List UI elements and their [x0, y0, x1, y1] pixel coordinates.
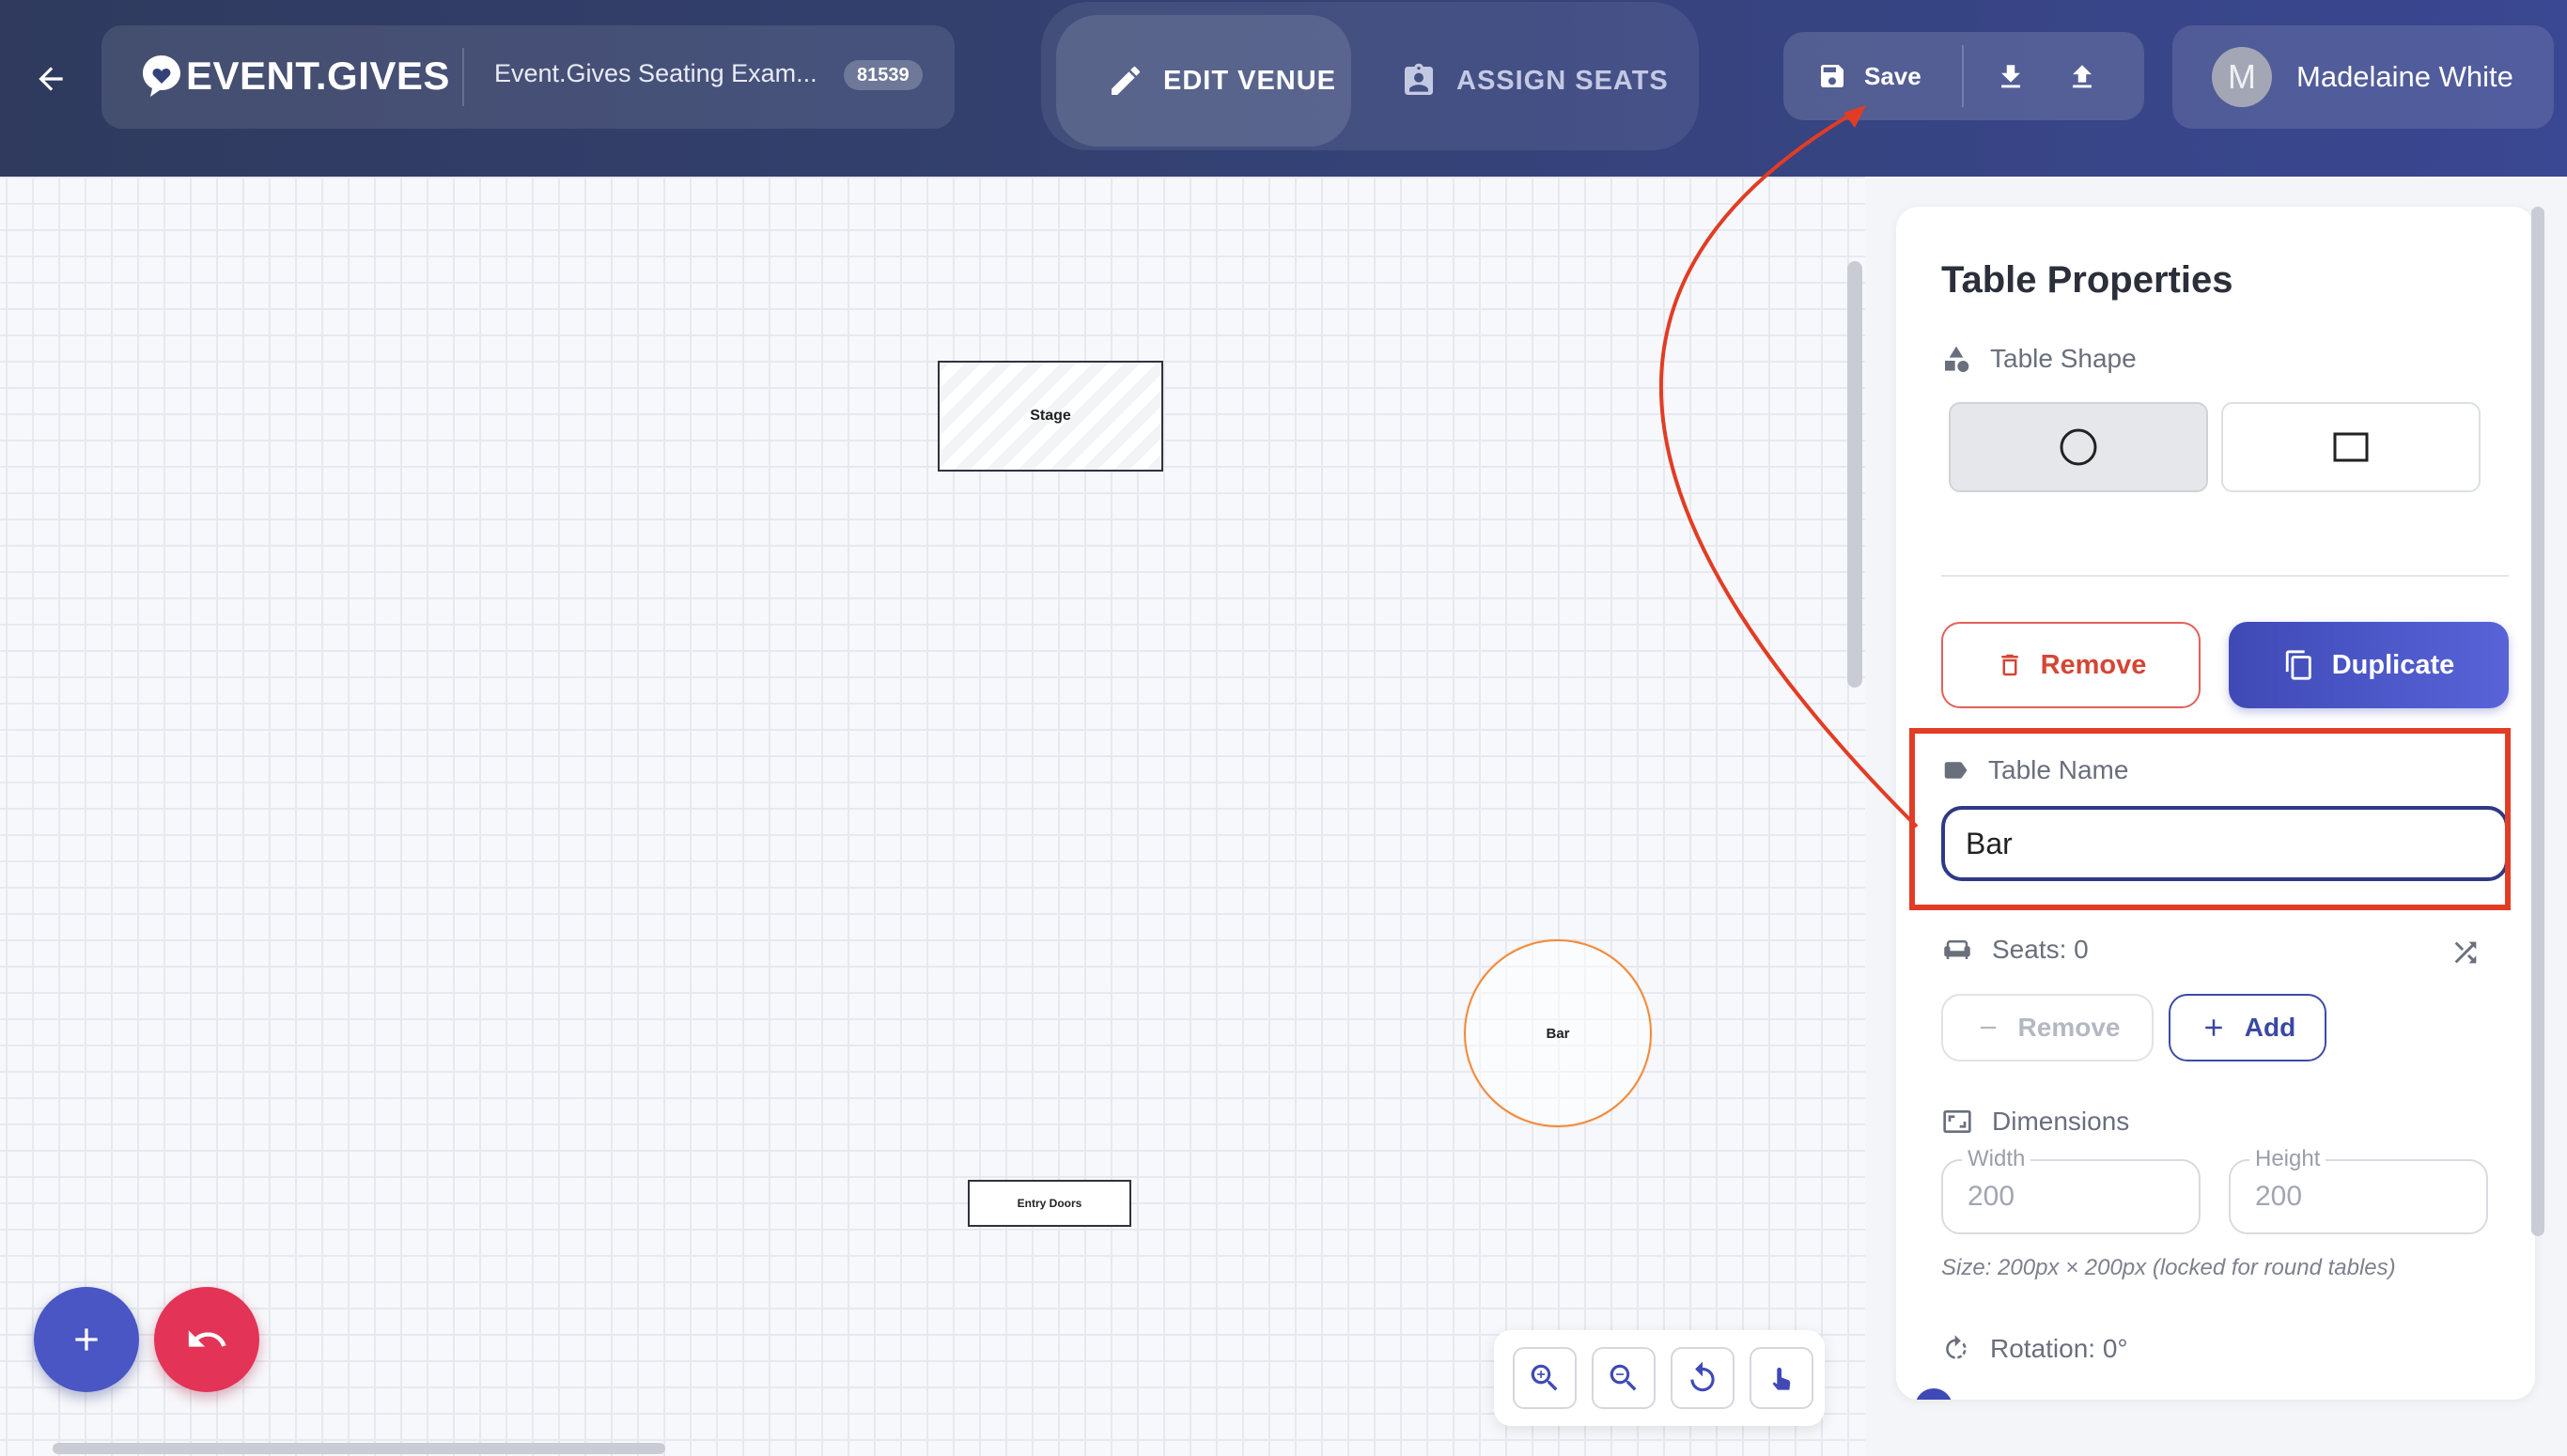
panel-divider — [1941, 575, 2509, 577]
brand-divider — [462, 48, 464, 106]
dimensions-text: Dimensions — [1992, 1107, 2130, 1136]
shuffle-icon — [2454, 941, 2477, 964]
event-name[interactable]: Event.Gives Seating Exam... — [494, 59, 817, 88]
user-menu[interactable]: M Madelaine White — [2172, 25, 2554, 129]
hand-pointer-icon — [1772, 1367, 1791, 1390]
zoom-in-button[interactable] — [1513, 1347, 1577, 1409]
width-value: 200 — [1968, 1181, 2015, 1212]
rectangle-shape-option[interactable] — [2221, 402, 2481, 492]
rotation-text: Rotation: 0° — [1990, 1334, 2128, 1363]
event-gives-logo[interactable]: EVENT.GIVES — [141, 48, 450, 104]
canvas-vertical-scrollbar[interactable] — [1847, 261, 1862, 688]
rotation-slider-knob[interactable] — [1915, 1388, 1952, 1400]
logo-text: EVENT.GIVES — [186, 54, 450, 98]
edit-venue-label: EDIT VENUE — [1163, 65, 1337, 96]
rotation-label: Rotation: 0° — [1941, 1334, 2128, 1364]
seats-label: Seats: 0 — [1941, 935, 2089, 965]
add-seat-button[interactable]: Add — [2169, 994, 2326, 1061]
remove-seat-label: Remove — [2017, 1013, 2121, 1042]
upload-button[interactable] — [2056, 51, 2108, 103]
floppy-disk-icon — [1821, 65, 1844, 87]
rotate-icon — [1690, 1361, 1715, 1392]
undo-icon — [188, 1330, 226, 1347]
zoom-in-icon — [1531, 1364, 1558, 1391]
mode-toggle: EDIT VENUE ASSIGN SEATS — [1041, 2, 1699, 150]
undo-button[interactable] — [154, 1287, 259, 1392]
save-toolbar: Save — [1783, 32, 2144, 120]
download-icon — [2001, 65, 2020, 88]
sofa-seat-icon — [1944, 940, 1970, 959]
event-brand-card: EVENT.GIVES Event.Gives Seating Exam... … — [101, 25, 955, 129]
height-legend: Height — [2249, 1146, 2326, 1172]
save-divider — [1962, 45, 1964, 107]
table-shape-label: Table Shape — [1941, 344, 2137, 374]
save-button[interactable]: Save — [1800, 45, 1952, 107]
pencil-icon — [1112, 66, 1140, 95]
venue-canvas[interactable]: Stage Bar Entry Doors — [0, 177, 1865, 1456]
top-header: EVENT.GIVES Event.Gives Seating Exam... … — [0, 0, 2567, 177]
user-name: Madelaine White — [2296, 60, 2513, 93]
shuffle-seats-button[interactable] — [2445, 932, 2486, 973]
height-value: 200 — [2255, 1181, 2303, 1212]
panel-scrollbar[interactable] — [2531, 207, 2544, 1236]
dimensions-note: Size: 200px × 200px (locked for round ta… — [1941, 1255, 2396, 1280]
upload-icon — [2073, 65, 2092, 88]
minus-icon — [1980, 1026, 1996, 1030]
event-id-badge: 81539 — [844, 60, 923, 90]
download-button[interactable] — [1984, 51, 2037, 103]
arrow-left-icon — [39, 67, 63, 91]
entry-doors-element[interactable]: Entry Doors — [968, 1180, 1131, 1227]
assign-seats-label: ASSIGN SEATS — [1456, 65, 1669, 96]
aspect-ratio-icon — [1943, 1110, 1971, 1133]
remove-table-label: Remove — [2040, 649, 2147, 680]
assign-seats-tab[interactable]: ASSIGN SEATS — [1379, 15, 1689, 147]
highlight-box — [1909, 728, 2511, 910]
round-shape-option[interactable] — [1949, 402, 2208, 492]
trash-icon — [2000, 654, 2018, 676]
pan-mode-button[interactable] — [1750, 1347, 1813, 1409]
zoom-controls — [1494, 1330, 1825, 1426]
panel-title: Table Properties — [1941, 259, 2233, 301]
zoom-out-icon — [1610, 1364, 1637, 1391]
copy-icon — [2285, 650, 2311, 680]
plus-icon — [75, 1328, 98, 1351]
add-element-button[interactable] — [34, 1287, 139, 1392]
remove-seat-button[interactable]: Remove — [1941, 994, 2154, 1061]
canvas-horizontal-scrollbar[interactable] — [53, 1443, 665, 1454]
square-icon — [2333, 432, 2369, 462]
stage-element[interactable]: Stage — [938, 361, 1163, 472]
edit-venue-tab[interactable]: EDIT VENUE — [1056, 15, 1351, 147]
table-shape-text: Table Shape — [1990, 344, 2137, 373]
back-button[interactable] — [21, 49, 81, 109]
chat-heart-icon — [143, 55, 180, 97]
reset-view-button[interactable] — [1671, 1347, 1735, 1409]
width-field[interactable]: Width 200 — [1941, 1146, 2201, 1234]
circle-icon — [2060, 428, 2097, 466]
add-seat-label: Add — [2244, 1013, 2296, 1042]
badge-icon — [1405, 63, 1433, 95]
rotate-icon — [1946, 1335, 1967, 1359]
duplicate-table-label: Duplicate — [2331, 649, 2455, 680]
width-legend: Width — [1962, 1146, 2031, 1172]
avatar: M — [2212, 47, 2272, 107]
dimensions-label: Dimensions — [1941, 1107, 2129, 1137]
save-label: Save — [1864, 61, 1921, 90]
shapes-icon — [1945, 346, 1969, 372]
bar-table[interactable]: Bar — [1464, 939, 1652, 1127]
seats-count-text: Seats: 0 — [1992, 935, 2089, 964]
height-field[interactable]: Height 200 — [2229, 1146, 2488, 1234]
zoom-out-button[interactable] — [1592, 1347, 1656, 1409]
remove-table-button[interactable]: Remove — [1941, 622, 2201, 708]
plus-icon — [2205, 1019, 2222, 1036]
duplicate-table-button[interactable]: Duplicate — [2229, 622, 2509, 708]
